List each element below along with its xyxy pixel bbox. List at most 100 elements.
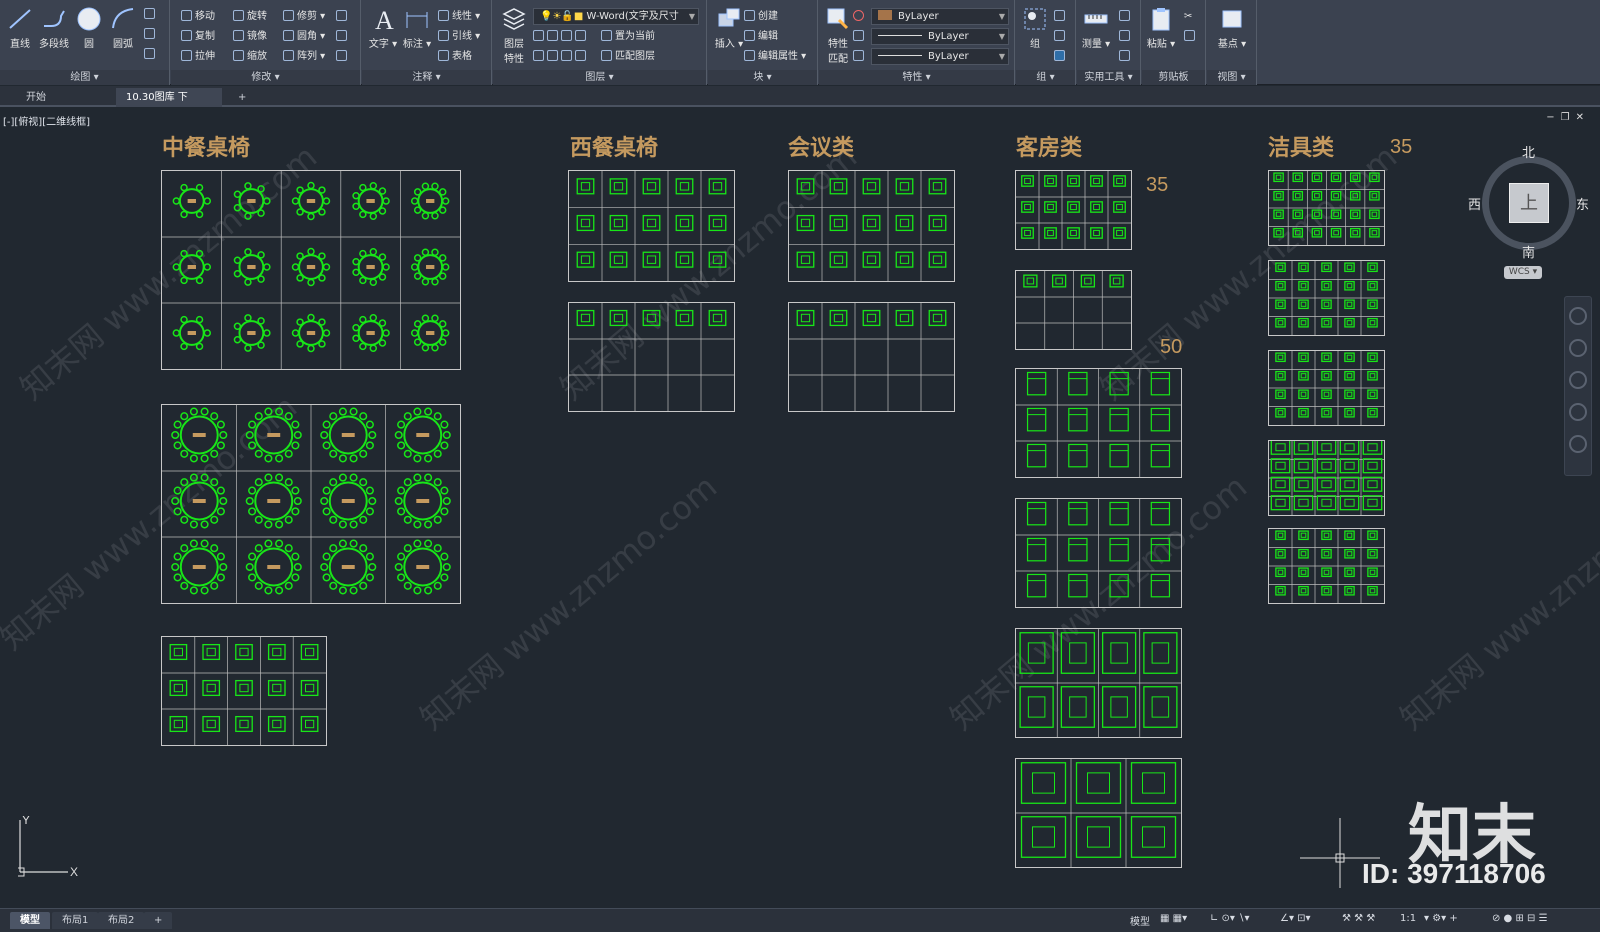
compass-west[interactable]: 西 (1468, 194, 1481, 213)
hatch-tool[interactable] (144, 26, 158, 43)
annotation-icon[interactable]: ⚒ ⚒ ⚒ (1342, 913, 1375, 924)
copy-tool[interactable]: 复制 (181, 28, 215, 45)
tab-start[interactable]: 开始 (16, 88, 56, 107)
compass-north[interactable]: 北 (1522, 142, 1535, 161)
edit-attributes-tool[interactable]: 编辑属性 ▾ (744, 48, 806, 65)
viewcube[interactable]: 上 北 南 西 东 (1468, 146, 1589, 261)
groups-panel-title[interactable]: 组 ▾ (1016, 70, 1075, 85)
color-wheel-icon[interactable] (853, 8, 867, 25)
sheet-meeting-chairs[interactable] (788, 170, 955, 282)
sheet-meeting-tables[interactable] (788, 302, 955, 412)
viewport-controls[interactable]: [-][俯视][二维线框] (3, 113, 90, 128)
layers-panel-title[interactable]: 图层 ▾ (493, 70, 706, 85)
cut-tool[interactable]: ✂ (1184, 8, 1192, 25)
arc-tool[interactable]: 圆弧 (106, 6, 140, 50)
layer-dropdown[interactable]: 💡☀🔓■ W-Word(文字及尺寸 ▼ (533, 8, 699, 25)
drawing-canvas[interactable]: [-][俯视][二维线框] −❐✕ 知末网 www.znzmo.com 知末网 … (0, 108, 1600, 908)
group-edit-tool[interactable] (1054, 28, 1068, 45)
sheet-sanitary-a[interactable] (1268, 170, 1385, 246)
linetype-icon[interactable] (853, 28, 867, 45)
sheet-sanitary-e[interactable] (1268, 528, 1385, 604)
line-tool[interactable]: 直线 (3, 6, 37, 50)
sheet-guest-room-d[interactable] (1015, 628, 1182, 738)
group-tool[interactable]: 组 (1018, 6, 1052, 50)
block-panel-title[interactable]: 块 ▾ (708, 70, 817, 85)
sheet-chinese-large-round-tables[interactable] (161, 404, 461, 604)
mirror-tool[interactable]: 镜像 (233, 28, 267, 45)
layer-tools-row1[interactable] (533, 28, 589, 45)
set-current-layer-tool[interactable]: 置为当前 (601, 28, 655, 45)
group-select-tool[interactable] (1054, 48, 1068, 65)
new-tab-button[interactable]: + (228, 88, 256, 107)
viewcube-top-face[interactable]: 上 (1509, 183, 1549, 223)
sheet-chinese-round-tables[interactable] (161, 170, 461, 370)
insert-block-tool[interactable]: 插入 ▾ (712, 6, 746, 50)
sheet-guest-room-e[interactable] (1015, 758, 1182, 868)
tab-layout2[interactable]: 布局2 (98, 912, 145, 929)
polyline-tool[interactable]: 多段线 (37, 6, 71, 50)
isolate-icon[interactable]: ⊘ ● ⊞ ⊟ ☰ (1492, 913, 1548, 924)
view-panel-title[interactable]: 视图 ▾ (1207, 70, 1256, 85)
steering-wheel-icon[interactable] (1569, 307, 1587, 325)
dimension-tool[interactable]: 标注 ▾ (400, 6, 434, 50)
showmotion-icon[interactable] (1569, 435, 1587, 453)
calculator-tool[interactable] (1119, 48, 1133, 65)
linear-dim-tool[interactable]: 线性 ▾ (438, 8, 480, 25)
circle-tool[interactable]: 圆 (72, 6, 106, 50)
layer-tools-row2[interactable] (533, 48, 589, 65)
sheet-western-tables[interactable] (568, 302, 735, 412)
leader-tool[interactable]: 引线 ▾ (438, 28, 480, 45)
quickselect-tool[interactable] (1119, 8, 1133, 25)
tab-model[interactable]: 模型 (10, 912, 50, 929)
window-controls[interactable]: −❐✕ (1546, 112, 1590, 123)
edit-block-tool[interactable]: 编辑 (744, 28, 778, 45)
match-properties-tool[interactable]: 特性 匹配 (821, 6, 855, 65)
tab-layout1[interactable]: 布局1 (52, 912, 99, 929)
linetype-dropdown[interactable]: ByLayer ▼ (871, 28, 1009, 45)
erase-tool[interactable] (336, 8, 350, 25)
point-tool[interactable] (1119, 28, 1133, 45)
properties-panel-title[interactable]: 特性 ▾ (819, 70, 1014, 85)
model-space-toggle[interactable]: 模型 (1130, 913, 1150, 928)
rotate-tool[interactable]: 旋转 (233, 8, 267, 25)
lineweight-dropdown[interactable]: ByLayer ▼ (871, 48, 1009, 65)
trim-tool[interactable]: 修剪 ▾ (283, 8, 325, 25)
sheet-sanitary-d[interactable] (1268, 440, 1385, 516)
move-tool[interactable]: 移动 (181, 8, 215, 25)
measure-tool[interactable]: 测量 ▾ (1079, 6, 1113, 50)
text-tool[interactable]: A 文字 ▾ (366, 6, 400, 50)
utilities-panel-title[interactable]: 实用工具 ▾ (1077, 70, 1140, 85)
scale-tool[interactable]: 缩放 (233, 48, 267, 65)
compass-east[interactable]: 东 (1576, 194, 1589, 213)
region-tool[interactable] (144, 46, 158, 63)
paste-tool[interactable]: 粘贴 ▾ (1144, 6, 1178, 50)
create-block-tool[interactable]: 创建 (744, 8, 778, 25)
zoom-icon[interactable] (1569, 371, 1587, 389)
osnap-icon[interactable]: ∠▾ ⊡▾ (1280, 913, 1311, 924)
fillet-tool[interactable]: 圆角 ▾ (283, 28, 325, 45)
workspace-gear-icon[interactable]: ▾ ⚙▾ + (1424, 913, 1458, 924)
orbit-icon[interactable] (1569, 403, 1587, 421)
navigation-bar[interactable] (1564, 296, 1592, 476)
grid-icon[interactable]: ▦ ▦▾ (1160, 913, 1187, 924)
sheet-chinese-square-tables[interactable] (161, 636, 327, 746)
compass-south[interactable]: 南 (1522, 242, 1535, 261)
pan-icon[interactable] (1569, 339, 1587, 357)
color-dropdown[interactable]: ByLayer ▼ (871, 8, 1009, 25)
offset-tool[interactable] (336, 48, 350, 65)
array-tool[interactable]: 阵列 ▾ (283, 48, 325, 65)
transparency-icon[interactable] (853, 48, 867, 65)
annotation-scale[interactable]: 1:1 (1400, 913, 1416, 924)
sheet-guest-room-a[interactable] (1015, 170, 1132, 250)
rectangle-tool[interactable] (144, 6, 158, 23)
draw-panel-title[interactable]: 绘图 ▾ (0, 70, 169, 85)
clipboard-panel-title[interactable]: 剪贴板 (1142, 70, 1205, 85)
base-point-tool[interactable]: 基点 ▾ (1215, 6, 1249, 50)
copy-clip-tool[interactable] (1184, 28, 1198, 45)
add-layout-button[interactable]: + (144, 912, 173, 929)
ungroup-tool[interactable] (1054, 8, 1068, 25)
layer-properties-tool[interactable]: 图层 特性 (497, 6, 531, 65)
tab-drawing[interactable]: 10.30图库 下*✕ (116, 88, 222, 122)
sheet-guest-room-b[interactable] (1015, 270, 1132, 350)
stretch-tool[interactable]: 拉伸 (181, 48, 215, 65)
